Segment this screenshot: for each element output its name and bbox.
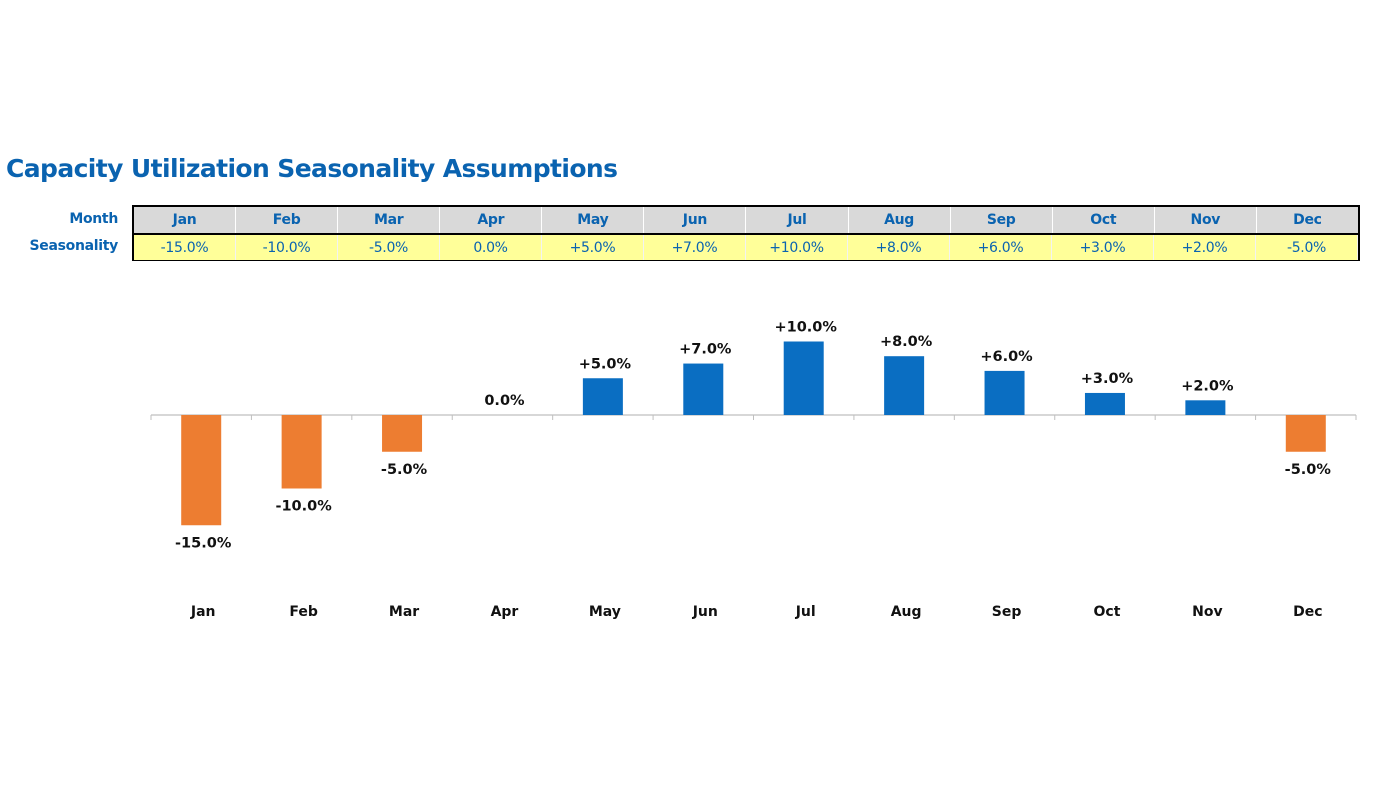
seasonality-bar-chart: -15.0% -10.0% -5.0% 0.0% +5.0% +7.0% +10.0% +8.… (150, 320, 1357, 620)
x-tick-label-apr: Apr (491, 604, 519, 620)
bar-oct (1084, 392, 1125, 415)
data-labels: -15.0% -10.0% -5.0% 0.0% +5.0% +7.0% +10.0% +8.… (175, 320, 1331, 552)
bar-jan (181, 415, 222, 526)
data-label-may: +5.0% (579, 356, 632, 372)
data-label-sep: +6.0% (980, 349, 1033, 365)
bar-aug (884, 356, 925, 415)
x-tick-label-may: May (589, 604, 621, 620)
data-label-apr: 0.0% (484, 393, 525, 409)
bar-jul (783, 341, 824, 415)
x-tick-label-aug: Aug (891, 604, 922, 620)
x-tick-label-feb: Feb (289, 604, 318, 620)
data-label-feb: -10.0% (275, 499, 332, 515)
data-label-dec: -5.0% (1285, 462, 1332, 478)
bars (181, 341, 1326, 526)
x-tick-label-oct: Oct (1094, 604, 1121, 620)
bar-feb (281, 415, 322, 489)
data-label-oct: +3.0% (1081, 371, 1134, 387)
data-label-aug: +8.0% (880, 334, 933, 350)
x-tick-label-nov: Nov (1192, 604, 1222, 620)
data-label-jul: +10.0% (774, 320, 837, 336)
data-label-nov: +2.0% (1181, 378, 1234, 394)
x-tick-label-jun: Jun (692, 604, 718, 620)
bar-dec (1285, 415, 1326, 452)
x-tick-label-dec: Dec (1293, 604, 1322, 620)
bar-may (582, 378, 623, 415)
x-tick-label-mar: Mar (389, 604, 419, 620)
x-axis (150, 414, 1357, 420)
bar-sep (984, 370, 1025, 415)
bar-jun (683, 363, 724, 415)
x-tick-labels: Jan Feb Mar Apr May Jun Jul Aug Sep Oct Nov Dec (190, 604, 1323, 620)
data-label-jan: -15.0% (175, 535, 232, 551)
x-tick-label-jul: Jul (795, 604, 816, 620)
bar-mar (382, 415, 423, 452)
x-tick-label-sep: Sep (992, 604, 1022, 620)
bar-nov (1185, 400, 1226, 415)
data-label-jun: +7.0% (679, 342, 732, 358)
data-label-mar: -5.0% (381, 462, 428, 478)
x-tick-label-jan: Jan (190, 604, 216, 620)
